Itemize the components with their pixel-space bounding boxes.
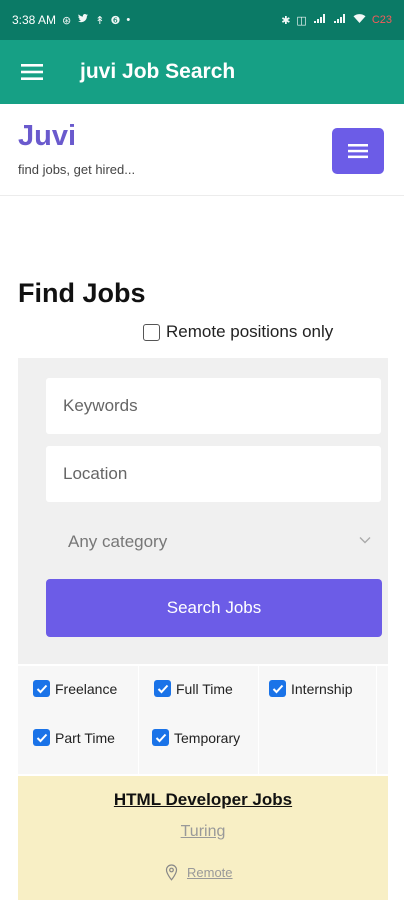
job-listing-card: HTML Developer Jobs Turing Remote [18,776,388,900]
job-location: Remote [165,864,233,881]
filter-divider [258,666,259,774]
filter-label: Full Time [176,680,233,697]
checkbox-checked-icon[interactable] [154,680,171,697]
badge-6-icon: ❻ [110,14,121,27]
job-company-link[interactable]: Turing [18,823,388,841]
keywords-placeholder: Keywords [63,396,138,415]
search-jobs-button[interactable]: Search Jobs [46,579,382,637]
twitter-icon [77,13,89,27]
signal-icon [313,13,327,27]
status-left: 3:38 AM ⊛ ↟ ❻ • [12,13,130,27]
battery-icon: C23 [371,14,392,26]
brand-logo[interactable]: Juvi [18,120,76,153]
job-title-link[interactable]: HTML Developer Jobs [18,790,388,810]
status-bar: 3:38 AM ⊛ ↟ ❻ • ✱ ◫ C23 [0,0,404,40]
filter-internship[interactable]: Internship [269,680,352,697]
filter-label: Internship [291,680,353,697]
job-type-filters: Freelance Full Time Internship Part Time… [18,666,388,774]
checkbox-checked-icon[interactable] [33,729,50,746]
filter-label: Part Time [55,729,115,746]
filter-full-time[interactable]: Full Time [154,680,233,697]
status-right: ✱ ◫ C23 [281,13,392,27]
dot-icon: • [126,14,131,26]
checkbox-checked-icon[interactable] [269,680,286,697]
filter-label: Temporary [174,729,241,746]
sync-icon: ⊛ [62,14,72,27]
menu-icon [348,144,368,159]
filter-divider [138,666,139,774]
status-time: 3:38 AM [12,13,57,27]
app-title: juvi Job Search [80,60,236,83]
site-menu-button[interactable] [332,128,384,174]
keywords-input[interactable]: Keywords [46,378,381,434]
site-header: Juvi find jobs, get hired... [0,104,404,196]
usb-icon: ↟ [95,14,105,27]
hamburger-menu-button[interactable] [0,40,64,104]
category-select[interactable]: Any category [46,514,381,570]
remote-only-label: Remote positions only [166,322,334,341]
filter-divider [376,666,377,774]
job-location-link[interactable]: Remote [187,865,233,880]
wifi-icon [353,13,366,27]
page-title: Find Jobs [18,278,146,308]
location-input[interactable]: Location [46,446,381,502]
filter-part-time[interactable]: Part Time [33,729,115,746]
checkbox-checked-icon[interactable] [152,729,169,746]
chevron-down-icon [359,537,371,544]
app-bar: juvi Job Search [0,40,404,104]
category-selected-value: Any category [68,532,168,551]
remote-only-checkbox-row[interactable]: Remote positions only [143,322,333,342]
location-pin-icon [165,864,178,881]
bluetooth-icon: ✱ [281,14,291,27]
search-panel: Keywords Location Any category Search Jo… [18,358,388,664]
hamburger-icon [21,64,43,80]
remote-only-checkbox[interactable] [143,323,160,341]
location-placeholder: Location [63,464,128,483]
tagline: find jobs, get hired... [18,162,136,177]
filter-temporary[interactable]: Temporary [152,729,240,746]
checkbox-checked-icon[interactable] [33,680,50,697]
vibrate-icon: ◫ [296,14,307,27]
filter-label: Freelance [55,680,118,697]
signal-icon-2 [333,13,347,27]
filter-freelance[interactable]: Freelance [33,680,117,697]
